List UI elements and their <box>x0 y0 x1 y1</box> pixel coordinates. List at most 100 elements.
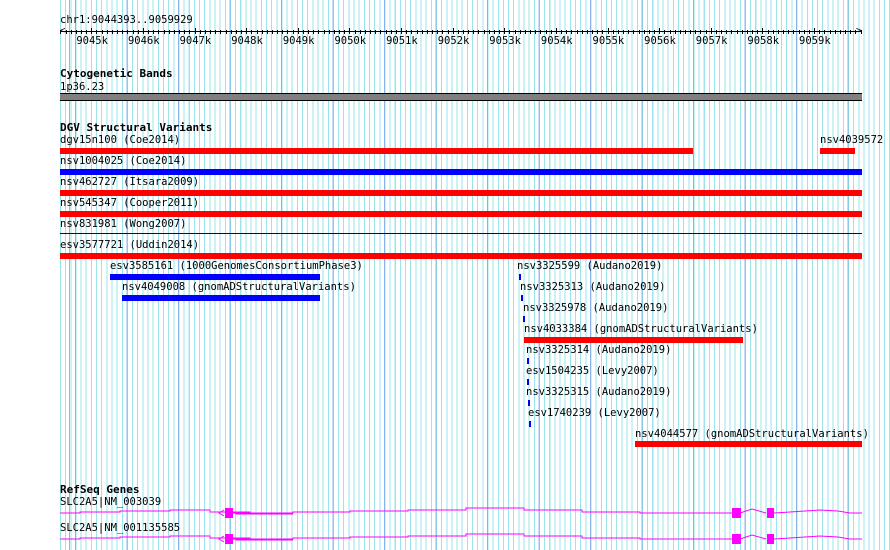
ruler-tick <box>483 30 485 34</box>
variant-bar[interactable] <box>820 148 855 154</box>
strand-arrow-icon <box>218 535 225 543</box>
ruler-tick <box>199 30 201 34</box>
exon[interactable] <box>732 508 741 518</box>
track-title-dgv-structural-variants: DGV Structural Variants <box>60 121 213 134</box>
variant-label: nsv4039572 ( <box>820 134 890 146</box>
variant-bar[interactable] <box>529 421 531 427</box>
ruler-label: 9057k <box>695 35 728 47</box>
ruler-tick <box>550 30 552 34</box>
ruler-tick <box>370 30 372 34</box>
ruler-tick <box>70 30 72 34</box>
cytoband-label: 1p36.23 <box>60 81 105 93</box>
ruler-tick <box>839 30 841 34</box>
variant-label: esv3577721 (Uddin2014) <box>60 239 200 251</box>
ruler-tick <box>241 30 243 34</box>
ruler-tick <box>783 30 785 34</box>
ruler[interactable]: < > 9045k 9046k 9047k 9048k 9049k 9050k 9051k 9… <box>60 0 862 50</box>
track-title-refseq-genes: RefSeq Genes <box>60 483 140 496</box>
variant-label: nsv545347 (Cooper2011) <box>60 197 200 209</box>
ruler-tick <box>380 30 382 34</box>
ruler-tick <box>411 30 413 34</box>
variant-bar[interactable] <box>527 358 529 364</box>
ruler-tick <box>86 30 88 34</box>
ruler-tick <box>669 30 671 34</box>
variant-bar[interactable] <box>635 441 862 447</box>
ruler-tick <box>148 30 150 34</box>
ruler-label: 9058k <box>747 35 780 47</box>
ruler-tick <box>710 28 712 34</box>
ruler-label: 9053k <box>489 35 521 47</box>
ruler-tick <box>127 30 129 34</box>
ruler-tick <box>767 30 769 34</box>
variant-bar[interactable] <box>122 295 320 301</box>
ruler-tick <box>349 28 351 34</box>
variant-bar[interactable] <box>60 169 862 175</box>
exon[interactable] <box>225 534 233 544</box>
ruler-tick <box>478 30 480 34</box>
ruler-tick <box>514 30 516 34</box>
intron-line <box>60 507 862 515</box>
ruler-tick <box>390 30 392 34</box>
ruler-tick <box>168 30 170 34</box>
ruler-tick <box>318 30 320 34</box>
ruler-tick <box>586 30 588 34</box>
ruler-tick <box>354 30 356 34</box>
variant-label: esv1504235 (Levy2007) <box>526 365 659 377</box>
ruler-tick <box>287 30 289 34</box>
variant-label: nsv3325315 (Audano2019) <box>526 386 672 398</box>
variant-bar[interactable] <box>523 316 525 322</box>
variant-bar[interactable] <box>60 190 862 196</box>
variant-bar[interactable] <box>60 148 693 154</box>
ruler-tick <box>215 30 217 34</box>
ruler-tick <box>834 30 836 34</box>
ruler-tick <box>659 28 661 34</box>
variant-label: nsv3325314 (Audano2019) <box>526 344 672 356</box>
ruler-tick <box>814 28 816 34</box>
variant-bar[interactable] <box>528 400 530 406</box>
ruler-tick <box>256 30 258 34</box>
exon[interactable] <box>225 508 233 518</box>
ruler-tick <box>395 30 397 34</box>
ruler-label: 9050k <box>334 35 367 47</box>
variant-bar[interactable] <box>60 211 862 217</box>
ruler-tick <box>137 30 139 34</box>
ruler-tick <box>509 30 511 34</box>
ruler-tick <box>81 30 82 34</box>
cytoband-bar[interactable] <box>60 93 862 101</box>
variant-label: nsv831981 (Wong2007) <box>60 218 187 230</box>
ruler-tick <box>617 30 619 34</box>
transcript-nm-003039[interactable] <box>60 507 862 519</box>
ruler-tick <box>664 30 666 34</box>
ruler-tick <box>333 30 335 34</box>
variant-bar[interactable] <box>110 274 320 280</box>
ruler-tick <box>452 28 454 34</box>
ruler-tick <box>726 30 728 34</box>
ruler-tick <box>468 30 470 34</box>
ruler-tick <box>225 30 227 34</box>
variant-bar[interactable] <box>60 233 862 234</box>
ruler-tick <box>545 30 547 34</box>
variant-bar[interactable] <box>60 253 862 259</box>
transcript-nm-001135585[interactable] <box>60 533 862 545</box>
exon[interactable] <box>767 534 774 544</box>
exon[interactable] <box>767 508 774 518</box>
ruler-tick <box>364 30 366 34</box>
ruler-tick <box>60 30 62 34</box>
variant-bar[interactable] <box>527 379 529 385</box>
variant-bar[interactable] <box>524 337 743 343</box>
ruler-label: 9056k <box>644 35 676 47</box>
ruler-tick <box>788 30 790 34</box>
exon[interactable] <box>732 534 741 544</box>
ruler-tick <box>406 30 408 34</box>
variant-bar[interactable] <box>519 274 521 280</box>
ruler-tick <box>442 30 444 34</box>
ruler-tick <box>700 30 702 34</box>
ruler-tick <box>493 30 495 34</box>
intron-line <box>60 533 862 541</box>
ruler-label: 9049k <box>282 35 315 47</box>
variant-bar[interactable] <box>521 295 523 301</box>
variant-label: nsv4049008 (gnomADStructuralVariants) <box>122 281 356 293</box>
ruler-tick <box>106 30 108 34</box>
ruler-tick <box>204 30 206 34</box>
ruler-tick <box>308 30 310 34</box>
